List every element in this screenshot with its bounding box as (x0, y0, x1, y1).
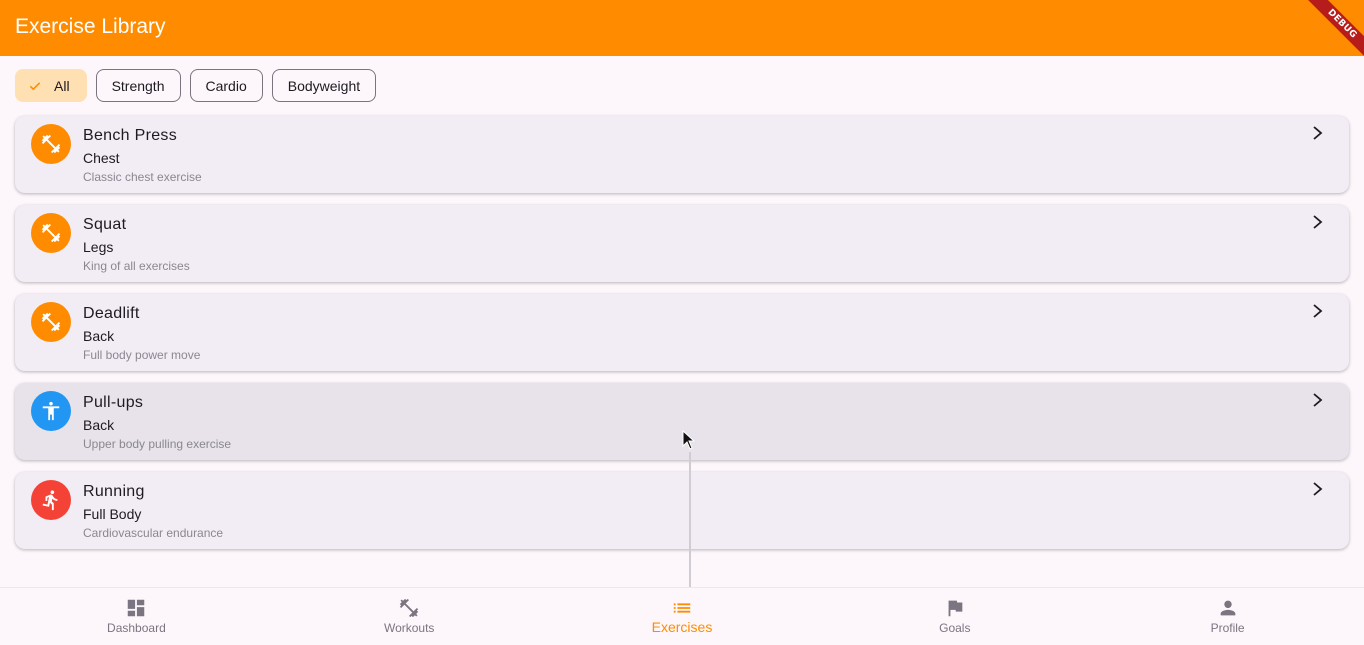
chevron-right-icon (1313, 215, 1323, 229)
chevron-right-icon (1313, 393, 1323, 407)
exercise-description: Classic chest exercise (83, 170, 202, 184)
check-icon (29, 81, 41, 90)
filter-chip-all[interactable]: All (15, 69, 87, 102)
debug-label: DEBUG (1305, 0, 1364, 60)
exercise-avatar (31, 480, 71, 520)
exercise-name: Running (83, 483, 145, 500)
exercise-name: Squat (83, 216, 127, 233)
exercise-name: Deadlift (83, 305, 140, 322)
filter-chip-label: Bodyweight (287, 77, 361, 94)
flag-icon (948, 600, 963, 617)
fitness-center-icon (41, 134, 61, 154)
filter-chip-strength[interactable]: Strength (95, 69, 181, 102)
nav-item-profile[interactable]: Profile (1091, 588, 1364, 645)
nav-label: Workouts (383, 621, 435, 635)
running-icon (42, 490, 58, 511)
nav-item-goals[interactable]: Goals (818, 588, 1091, 645)
exercise-avatar (31, 391, 71, 431)
exercise-description: Full body power move (83, 348, 201, 362)
mouse-cursor-icon (682, 430, 695, 450)
exercise-avatar (31, 124, 71, 164)
exercise-list: Bench Press Chest Classic chest exercise… (15, 116, 1349, 561)
exercise-description: Upper body pulling exercise (83, 437, 232, 451)
exercise-card-running[interactable]: Running Full Body Cardiovascular enduran… (15, 472, 1349, 549)
dashboard-icon (128, 599, 145, 617)
nav-item-dashboard[interactable]: Dashboard (0, 588, 273, 645)
list-icon (673, 603, 691, 613)
exercise-card-bench-press[interactable]: Bench Press Chest Classic chest exercise (15, 116, 1349, 193)
filter-chip-bodyweight[interactable]: Bodyweight (271, 69, 377, 102)
filter-chip-label: All (54, 77, 70, 94)
exercise-muscle: Back (83, 417, 115, 433)
exercise-name: Bench Press (83, 127, 178, 144)
accessibility-icon (42, 401, 60, 421)
exercise-muscle: Legs (83, 239, 114, 255)
filter-chip-label: Strength (111, 77, 165, 94)
exercise-description: King of all exercises (83, 259, 190, 273)
nav-item-workouts[interactable]: Workouts (273, 588, 546, 645)
exercise-card-deadlift[interactable]: Deadlift Back Full body power move (15, 294, 1349, 371)
chevron-right-icon (1313, 126, 1323, 140)
fitness-center-icon (41, 312, 61, 332)
nav-label: Exercises (651, 619, 713, 635)
fitness-center-icon (41, 223, 61, 243)
chevron-right-icon (1313, 304, 1323, 318)
chevron-right-icon (1313, 482, 1323, 496)
bottom-navigation: Dashboard Workouts Exercises Goals Profi… (0, 587, 1364, 645)
exercise-name: Pull-ups (83, 394, 144, 411)
exercise-muscle: Full Body (83, 506, 142, 522)
nav-item-exercises[interactable]: Exercises (546, 588, 819, 645)
exercise-card-squat[interactable]: Squat Legs King of all exercises (15, 205, 1349, 282)
nav-label: Goals (939, 621, 971, 635)
filter-chips: All Strength Cardio Bodyweight (15, 69, 377, 102)
exercise-avatar (31, 302, 71, 342)
nav-label: Dashboard (107, 621, 166, 635)
person-icon (1220, 600, 1235, 616)
filter-chip-cardio[interactable]: Cardio (189, 69, 263, 102)
nav-label: Profile (1210, 621, 1245, 635)
fitness-center-icon (400, 598, 419, 618)
page-title: Exercise Library (15, 15, 166, 38)
exercise-description: Cardiovascular endurance (83, 526, 224, 540)
exercise-muscle: Back (83, 328, 115, 344)
exercise-muscle: Chest (83, 150, 120, 166)
debug-banner: DEBUG (1304, 0, 1364, 60)
exercise-avatar (31, 213, 71, 253)
app-bar: Exercise Library DEBUG (0, 0, 1364, 60)
filter-chip-label: Cardio (205, 77, 247, 94)
